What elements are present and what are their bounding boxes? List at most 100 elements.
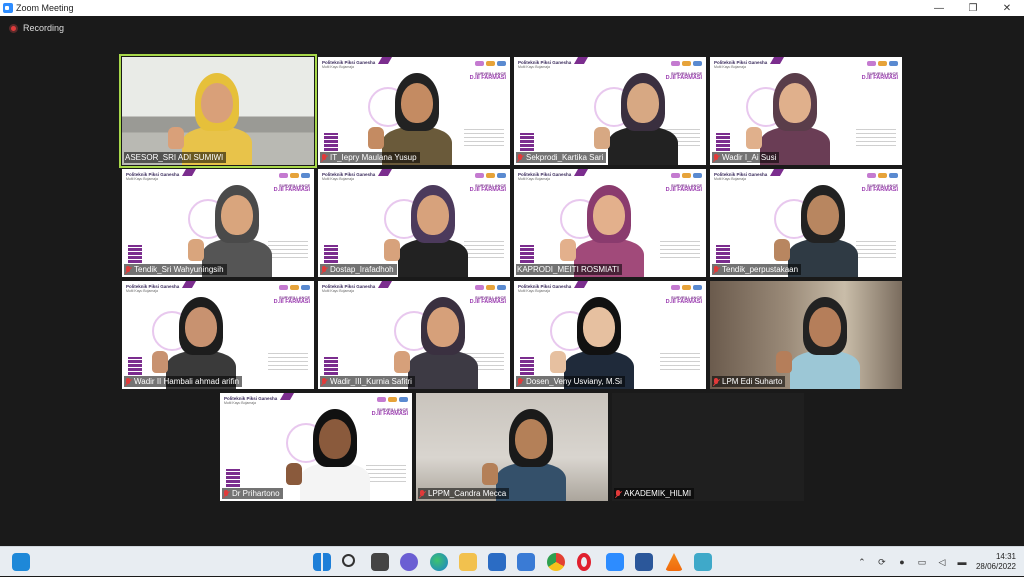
slide-logos xyxy=(671,285,702,290)
participant-name-tag: Sekprodi_Kartika Sari xyxy=(516,152,607,163)
participant-name-tag: ASESOR_SRI ADI SUMIWI xyxy=(124,152,227,163)
slide-decoration xyxy=(128,357,142,375)
logo-icon xyxy=(377,397,386,402)
logo-icon xyxy=(301,285,310,290)
slide-logos xyxy=(671,173,702,178)
system-tray: ⌃ ⟳ ● ▭ ◁ ▬ 14:31 28/06/2022 xyxy=(852,547,1024,577)
logo-icon xyxy=(301,173,310,178)
muted-mic-icon xyxy=(223,489,229,498)
slide-school-name: Politeknik Piksi Ganesha Multi Kayu Bojam… xyxy=(322,172,376,181)
logo-icon xyxy=(399,397,408,402)
vlc-icon[interactable] xyxy=(665,553,683,571)
minimize-button[interactable]: — xyxy=(922,0,956,16)
slide-title: SURVEILLANCE D.III FARMASI xyxy=(371,407,408,417)
participant-video xyxy=(368,65,452,165)
monitor-icon[interactable]: ▭ xyxy=(916,556,928,568)
slide-title: SURVEILLANCE D.III FARMASI xyxy=(861,183,898,193)
start-icon[interactable] xyxy=(313,553,331,571)
opera-icon[interactable] xyxy=(577,553,591,571)
logo-icon xyxy=(682,173,691,178)
edge-icon[interactable] xyxy=(430,553,448,571)
slide-logos xyxy=(475,61,506,66)
logo-icon xyxy=(475,61,484,66)
participant-tile[interactable]: Politeknik Piksi Ganesha Multi Kayu Bojam… xyxy=(318,281,510,389)
slide-title: SURVEILLANCE D.III FARMASI xyxy=(861,71,898,81)
participant-tile[interactable]: ASESOR_SRI ADI SUMIWI xyxy=(119,54,317,168)
participant-name: Tendik_Sri Wahyuningsih xyxy=(134,265,224,274)
participant-video xyxy=(746,65,830,165)
store-icon[interactable] xyxy=(517,553,535,571)
participant-tile[interactable]: Politeknik Piksi Ganesha Multi Kayu Bojam… xyxy=(318,57,510,165)
recording-indicator[interactable]: Recording xyxy=(0,16,1024,40)
participant-video xyxy=(394,289,478,389)
participant-tile[interactable]: Politeknik Piksi Ganesha Multi Kayu Bojam… xyxy=(514,169,706,277)
zoom-taskbar-icon[interactable] xyxy=(606,553,624,571)
muted-mic-icon xyxy=(321,377,327,386)
logo-icon xyxy=(671,285,680,290)
participant-video xyxy=(384,177,468,277)
participant-tile[interactable]: Politeknik Piksi Ganesha Multi Kayu Bojam… xyxy=(122,169,314,277)
muted-mic-icon xyxy=(125,265,131,274)
teams-icon[interactable] xyxy=(400,553,418,571)
slide-decoration xyxy=(324,357,338,375)
search-icon[interactable] xyxy=(342,554,355,567)
chrome-icon[interactable] xyxy=(547,553,565,571)
file-explorer-icon[interactable] xyxy=(371,553,389,571)
participant-name-tag: AKADEMIK_HILMI xyxy=(614,488,695,499)
logo-icon xyxy=(878,173,887,178)
participant-name: Dosen_Veny Usviany, M.Si xyxy=(526,377,622,386)
participant-name-tag: Wadir I_Ai Susi xyxy=(712,152,780,163)
logo-icon xyxy=(693,173,702,178)
participant-tile[interactable]: Politeknik Piksi Ganesha Multi Kayu Bojam… xyxy=(514,281,706,389)
slide-text-lines xyxy=(464,241,504,259)
widgets-icon[interactable] xyxy=(12,553,30,571)
notepad-icon[interactable] xyxy=(694,553,712,571)
sync-icon[interactable]: ⟳ xyxy=(876,556,888,568)
slide-logos xyxy=(377,397,408,402)
slide-logos xyxy=(475,173,506,178)
slide-school-name: Politeknik Piksi Ganesha Multi Kayu Bojam… xyxy=(518,172,572,181)
participant-tile[interactable]: Politeknik Piksi Ganesha Multi Kayu Bojam… xyxy=(122,281,314,389)
participant-name: Dr Prihartono xyxy=(232,489,280,498)
participant-video xyxy=(168,65,252,165)
participant-tile[interactable]: Politeknik Piksi Ganesha Multi Kayu Bojam… xyxy=(220,393,412,501)
participant-tile[interactable]: LPM Edi Suharto xyxy=(710,281,902,389)
slide-logos xyxy=(279,285,310,290)
slide-text-lines xyxy=(268,353,308,371)
participant-name-tag: Wadir_III_Kurnia Safitri xyxy=(320,376,415,387)
slide-school-name: Politeknik Piksi Ganesha Multi Kayu Bojam… xyxy=(126,172,180,181)
logo-icon xyxy=(497,285,506,290)
participant-tile[interactable]: LPPM_Candra Mecca xyxy=(416,393,608,501)
speaker-icon[interactable]: ◁ xyxy=(936,556,948,568)
window-title: Zoom Meeting xyxy=(16,3,74,13)
logo-icon xyxy=(878,61,887,66)
close-button[interactable]: ✕ xyxy=(990,0,1024,16)
participant-tile[interactable]: Politeknik Piksi Ganesha Multi Kayu Bojam… xyxy=(318,169,510,277)
muted-mic-icon xyxy=(321,153,327,162)
clock-date: 28/06/2022 xyxy=(975,562,1016,571)
slide-decoration xyxy=(716,133,730,151)
participant-tile[interactable]: Politeknik Piksi Ganesha Multi Kayu Bojam… xyxy=(514,57,706,165)
folder-icon[interactable] xyxy=(459,553,477,571)
participant-tile[interactable]: Politeknik Piksi Ganesha Multi Kayu Bojam… xyxy=(710,57,902,165)
battery-icon[interactable]: ▬ xyxy=(956,556,968,568)
slide-title: SURVEILLANCE D.III FARMASI xyxy=(273,295,310,305)
mail-icon[interactable] xyxy=(488,553,506,571)
chevron-up-icon[interactable]: ⌃ xyxy=(856,556,868,568)
slide-text-lines xyxy=(856,241,896,259)
participant-name-tag: LPM Edi Suharto xyxy=(712,376,786,387)
slide-decoration xyxy=(716,245,730,263)
slide-decoration xyxy=(520,245,534,263)
clock[interactable]: 14:31 28/06/2022 xyxy=(976,552,1016,572)
logo-icon xyxy=(497,173,506,178)
participant-name: AKADEMIK_HILMI xyxy=(624,489,692,498)
participant-name: IT_Iepry Maulana Yusup xyxy=(330,153,417,162)
participant-name-tag: Dosen_Veny Usviany, M.Si xyxy=(516,376,625,387)
word-icon[interactable] xyxy=(635,553,653,571)
slide-logos xyxy=(867,173,898,178)
maximize-button[interactable]: ❐ xyxy=(956,0,990,16)
microphone-icon[interactable]: ● xyxy=(896,556,908,568)
participant-tile[interactable]: Politeknik Piksi Ganesha Multi Kayu Bojam… xyxy=(710,169,902,277)
participant-tile[interactable]: AKADEMIK_HILMI xyxy=(612,393,804,501)
zoom-window: Zoom Meeting — ❐ ✕ Recording ASESOR_SRI … xyxy=(0,0,1024,546)
